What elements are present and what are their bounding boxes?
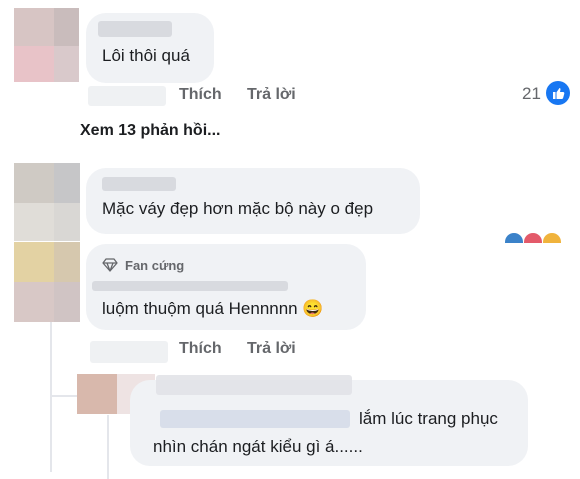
comment-text: Lôi thôi quá <box>102 46 190 65</box>
comment-text: luộm thuộm quá Hennnnn 😄 <box>102 299 324 318</box>
comment-text-line2: nhìn chán ngát kiểu gì á...... <box>153 437 363 456</box>
thread-line <box>50 322 52 472</box>
reaction-count[interactable]: 21 <box>522 84 541 104</box>
like-button[interactable]: Thích <box>179 340 222 358</box>
thread-line-branch <box>50 395 78 397</box>
reply-button[interactable]: Trả lời <box>247 340 296 358</box>
comment-bubble: Mặc váy đẹp hơn mặc bộ này o đẹp <box>86 168 420 234</box>
view-replies-link[interactable]: Xem 13 phản hồi... <box>80 122 220 140</box>
comment-text-line1: lắm lúc trang phục <box>359 409 498 428</box>
comment-bubble: Lôi thôi quá <box>86 13 214 83</box>
author-name-redacted <box>160 410 350 428</box>
timestamp-redacted <box>90 341 168 363</box>
timestamp-redacted <box>88 86 166 106</box>
reply-button[interactable]: Trả lời <box>247 86 296 104</box>
author-name-redacted <box>156 375 352 395</box>
thread-line-nested <box>107 415 109 479</box>
author-name-redacted <box>92 281 288 291</box>
author-name-redacted <box>98 21 172 37</box>
comment-bubble: lắm lúc trang phục nhìn chán ngát kiểu g… <box>130 375 528 466</box>
author-name-redacted <box>102 177 176 191</box>
top-fan-badge: Fan cứng <box>125 258 185 273</box>
comment-bubble: Fan cứng luộm thuộm quá Hennnnn 😄 <box>86 244 366 330</box>
like-button[interactable]: Thích <box>179 86 222 104</box>
diamond-icon <box>102 258 118 272</box>
comment-text: Mặc váy đẹp hơn mặc bộ này o đẹp <box>102 199 374 218</box>
thumbs-up-icon <box>546 81 570 105</box>
